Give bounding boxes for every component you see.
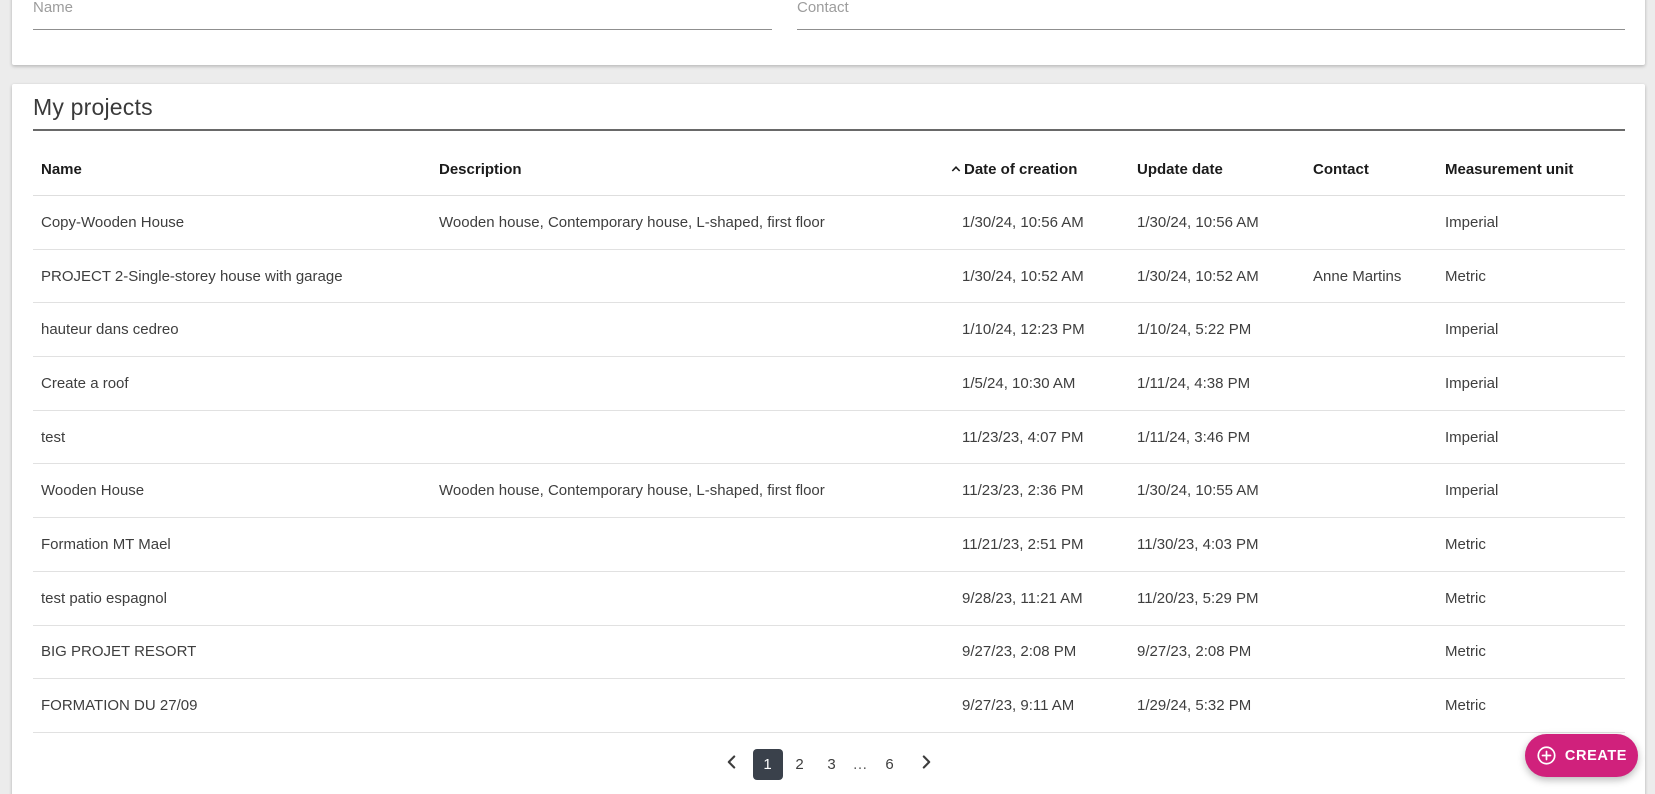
table-row[interactable]: Create a roof 1/5/24, 10:30 AM 1/11/24, 4:… (33, 357, 1625, 411)
cell-updated: 9/27/23, 2:08 PM (1137, 643, 1252, 661)
cell-created: 11/21/23, 2:51 PM (962, 535, 1084, 553)
column-header-label: Description (439, 161, 522, 178)
column-header-label: Contact (1313, 161, 1369, 178)
cell-description: Wooden house, Contemporary house, L-shap… (439, 213, 825, 231)
projects-card: My projects Name Description Date of cre… (12, 84, 1645, 794)
cell-description: Wooden house, Contemporary house, L-shap… (439, 482, 825, 500)
pagination-pages: 1 2 3 … 6 (752, 748, 906, 780)
name-filter-input[interactable] (33, 0, 772, 30)
cell-created: 1/5/24, 10:30 AM (962, 374, 1076, 392)
cell-name: Formation MT Mael (41, 535, 171, 553)
cell-name: Copy-Wooden House (41, 213, 185, 231)
pagination: 1 2 3 … 6 (12, 748, 1645, 780)
cell-updated: 1/10/24, 5:22 PM (1137, 321, 1252, 339)
cell-name: Create a roof (41, 374, 129, 392)
filter-card (12, 0, 1645, 65)
plus-circle-icon (1536, 745, 1557, 766)
cell-unit: Metric (1445, 643, 1486, 661)
cell-updated: 1/30/24, 10:52 AM (1137, 267, 1259, 285)
cell-created: 9/27/23, 2:08 PM (962, 643, 1077, 661)
chevron-right-icon (918, 754, 934, 775)
contact-filter-input[interactable] (797, 0, 1625, 30)
cell-unit: Imperial (1445, 321, 1499, 339)
page-title: My projects (33, 94, 153, 120)
column-header-update-date[interactable]: Update date (1137, 161, 1313, 178)
cell-name: FORMATION DU 27/09 (41, 697, 198, 715)
table-row[interactable]: PROJECT 2-Single-storey house with garag… (33, 250, 1625, 304)
cell-name: hauteur dans cedreo (41, 321, 179, 339)
table-row[interactable]: Copy-Wooden House Wooden house, Contempor… (33, 196, 1625, 250)
table-row[interactable]: hauteur dans cedreo 1/10/24, 12:23 PM 1/10… (33, 303, 1625, 358)
column-header-label: Name (41, 161, 82, 178)
cell-updated: 1/30/24, 10:56 AM (1137, 213, 1259, 231)
table-row[interactable]: test 11/23/23, 4:07 PM 1/11/24, 3:46 PM Imp… (33, 411, 1625, 465)
cell-unit: Metric (1445, 535, 1486, 553)
cell-created: 11/23/23, 2:36 PM (962, 482, 1084, 500)
cell-name: PROJECT 2-Single-storey house with garag… (41, 267, 343, 285)
page-button-1[interactable]: 1 (752, 748, 783, 780)
projects-table: Name Description Date of creation Update… (33, 131, 1625, 733)
cell-unit: Imperial (1445, 428, 1499, 446)
name-field-wrap (33, 0, 772, 30)
pagination-ellipsis: … (852, 755, 869, 773)
cell-created: 1/30/24, 10:56 AM (962, 213, 1084, 231)
page-button-3[interactable]: 3 (817, 749, 847, 780)
table-row[interactable]: Wooden House Wooden house, Contemporary h… (33, 464, 1625, 519)
cell-updated: 1/11/24, 3:46 PM (1137, 428, 1251, 446)
table-row[interactable]: FORMATION DU 27/09 9/27/23, 9:11 AM 1/29/2… (33, 679, 1625, 733)
cell-unit: Metric (1445, 589, 1486, 607)
cell-updated: 1/11/24, 4:38 PM (1137, 374, 1251, 392)
column-header-label: Date of creation (964, 161, 1078, 178)
table-row[interactable]: test patio espagnol 9/28/23, 11:21 AM 11/2… (33, 572, 1625, 626)
cell-created: 9/28/23, 11:21 AM (962, 589, 1083, 607)
page-button-2[interactable]: 2 (785, 749, 815, 780)
cell-updated: 11/20/23, 5:29 PM (1137, 589, 1259, 607)
table-body: Copy-Wooden House Wooden house, Contempor… (33, 196, 1625, 733)
column-header-date-of-creation[interactable]: Date of creation (951, 161, 1137, 178)
cell-created: 11/23/23, 4:07 PM (962, 428, 1084, 446)
create-button-label: CREATE (1564, 747, 1628, 764)
sort-ascending-icon (950, 163, 962, 175)
cell-name: BIG PROJET RESORT (41, 643, 197, 661)
column-header-name[interactable]: Name (33, 161, 439, 178)
pagination-prev-button[interactable] (712, 749, 752, 780)
cell-unit: Imperial (1445, 482, 1499, 500)
contact-field-wrap (797, 0, 1625, 30)
cell-unit: Imperial (1445, 213, 1499, 231)
cell-created: 1/10/24, 12:23 PM (962, 321, 1085, 339)
chevron-left-icon (724, 754, 740, 775)
cell-created: 9/27/23, 9:11 AM (962, 697, 1075, 715)
column-header-description[interactable]: Description (439, 161, 962, 178)
table-row[interactable]: Formation MT Mael 11/21/23, 2:51 PM 11/30/… (33, 518, 1625, 572)
cell-unit: Metric (1445, 267, 1486, 285)
cell-name: test patio espagnol (41, 589, 167, 607)
column-header-label: Measurement unit (1445, 161, 1574, 178)
column-header-contact[interactable]: Contact (1313, 161, 1445, 178)
cell-contact: Anne Martins (1313, 267, 1402, 285)
cell-updated: 11/30/23, 4:03 PM (1137, 535, 1259, 553)
create-button[interactable]: CREATE (1525, 734, 1638, 777)
page-button-6[interactable]: 6 (875, 749, 905, 780)
cell-updated: 1/30/24, 10:55 AM (1137, 482, 1259, 500)
cell-unit: Metric (1445, 697, 1486, 715)
cell-name: test (41, 428, 66, 446)
table-header-row: Name Description Date of creation Update… (33, 131, 1625, 196)
cell-created: 1/30/24, 10:52 AM (962, 267, 1084, 285)
cell-name: Wooden House (41, 482, 145, 500)
pagination-next-button[interactable] (906, 749, 946, 780)
column-header-label: Update date (1137, 161, 1223, 178)
table-row[interactable]: BIG PROJET RESORT 9/27/23, 2:08 PM 9/27/23… (33, 626, 1625, 680)
cell-updated: 1/29/24, 5:32 PM (1137, 697, 1252, 715)
column-header-measurement-unit[interactable]: Measurement unit (1445, 161, 1625, 178)
cell-unit: Imperial (1445, 374, 1499, 392)
